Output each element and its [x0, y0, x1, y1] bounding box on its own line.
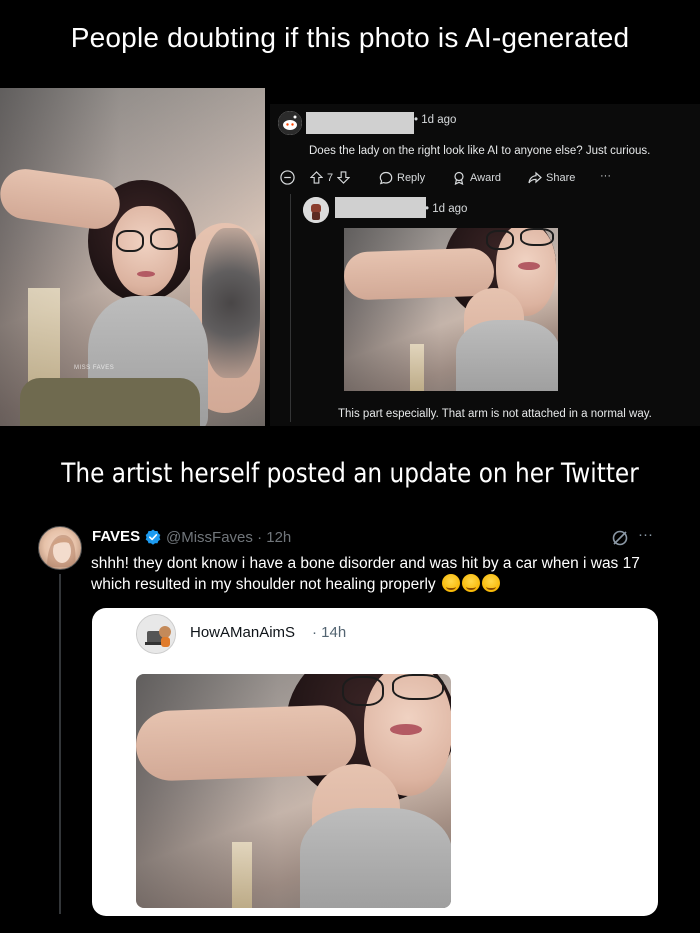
more-options-button[interactable]: ··· — [600, 170, 611, 182]
thread-line — [290, 194, 291, 422]
middle-heading: The artist herself posted an update on h… — [61, 458, 639, 489]
thread-line — [59, 574, 61, 914]
emoji-icon — [461, 574, 480, 592]
tweet-more-button[interactable]: ··· — [638, 526, 653, 543]
original-photo: MISS FAVES — [0, 88, 265, 426]
comment-time: • 1d ago — [425, 203, 468, 215]
tweet-handle-time[interactable]: @MissFaves · 12h — [166, 529, 291, 546]
reply-button[interactable]: Reply — [379, 171, 425, 185]
top-heading: People doubting if this photo is AI-gene… — [70, 22, 630, 53]
cropped-photo — [344, 228, 558, 391]
comment-text: Does the lady on the right look like AI … — [309, 145, 651, 157]
emoji-icon — [481, 574, 500, 592]
grok-icon[interactable] — [611, 529, 629, 547]
collapse-icon[interactable] — [280, 170, 295, 185]
quoted-photo[interactable] — [136, 674, 451, 908]
reddit-avatar-icon[interactable] — [278, 111, 302, 135]
vote-control[interactable]: 7 — [310, 171, 351, 184]
tweet-author-name[interactable]: FAVES — [92, 528, 140, 545]
reply-icon — [379, 171, 393, 185]
photo-watermark: MISS FAVES — [74, 365, 115, 371]
downvote-icon[interactable] — [337, 171, 351, 184]
verified-badge-icon — [145, 529, 161, 545]
redacted-username — [335, 197, 426, 218]
quoted-tweet-card[interactable]: HowAManAimS · 14h — [92, 608, 658, 916]
quoted-author-name[interactable]: HowAManAimS — [190, 624, 295, 641]
emoji-icon — [441, 574, 460, 592]
comment-text: This part especially. That arm is not at… — [338, 408, 652, 420]
avatar[interactable] — [38, 526, 82, 570]
reddit-comment-thread: • 1d ago Does the lady on the right look… — [270, 104, 700, 426]
award-icon — [454, 171, 464, 185]
avatar[interactable] — [136, 614, 176, 654]
award-button[interactable]: Award — [452, 171, 501, 185]
comment-time: • 1d ago — [414, 114, 457, 126]
vote-count: 7 — [327, 171, 334, 184]
reddit-avatar-icon[interactable] — [303, 197, 329, 223]
redacted-username — [306, 112, 414, 134]
quoted-time[interactable]: · 14h — [312, 624, 346, 641]
share-icon — [528, 171, 542, 184]
tweet-text: shhh! they dont know i have a bone disor… — [91, 555, 640, 593]
share-button[interactable]: Share — [528, 171, 575, 185]
upvote-icon[interactable] — [310, 171, 323, 184]
